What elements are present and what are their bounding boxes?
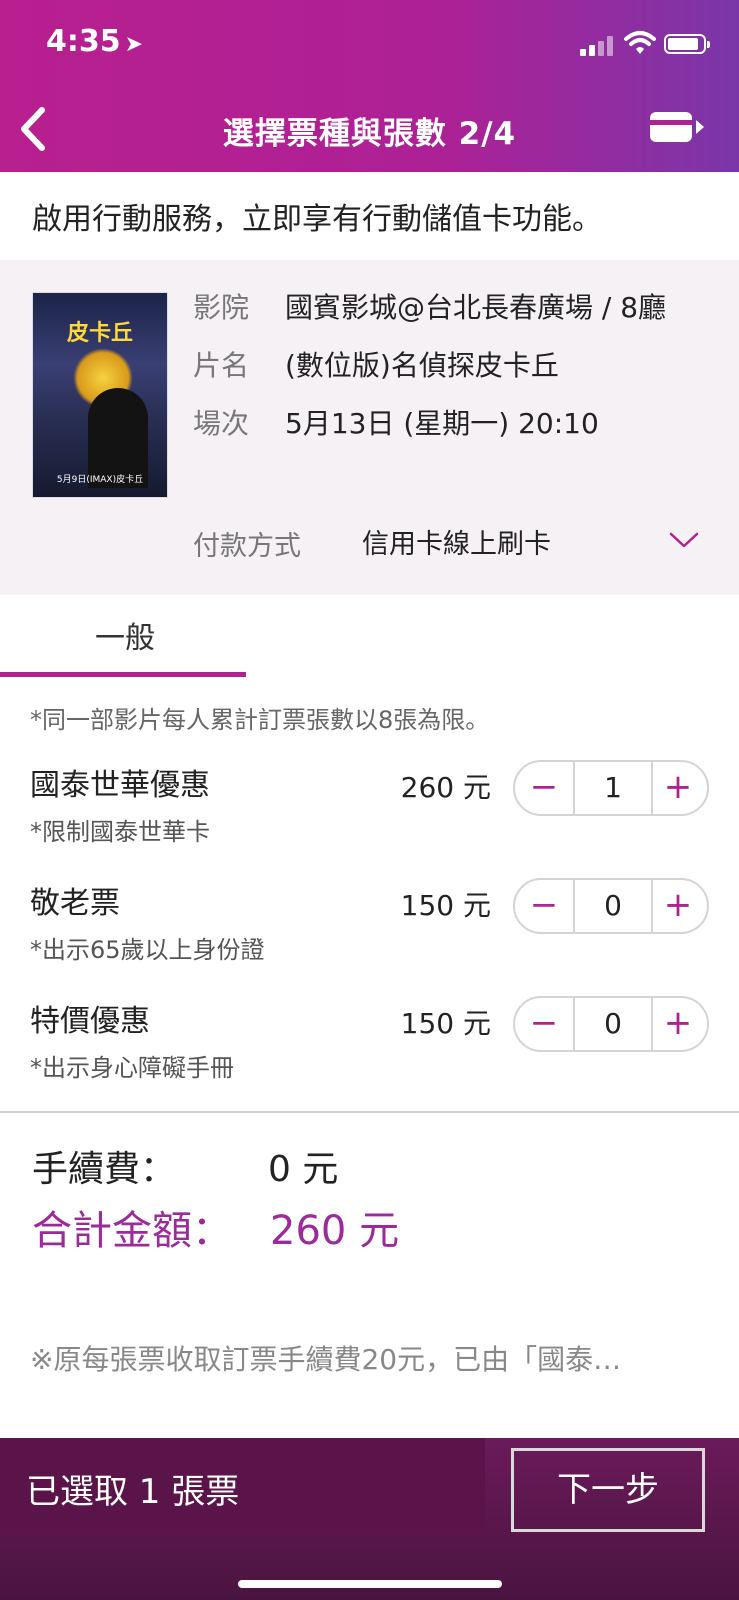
- total-amount: 260 元: [270, 1208, 400, 1254]
- ticket-price: 260 元: [400, 771, 491, 804]
- ticket-name: 敬老票: [30, 886, 120, 921]
- quantity-value[interactable]: 1: [573, 762, 653, 814]
- quantity-stepper: − 1 +: [513, 760, 709, 816]
- cinema-label: 影院: [193, 291, 250, 324]
- session-value: 5月13日 (星期一) 20:10: [285, 407, 599, 440]
- page-title: 選擇票種與張數 2/4: [222, 116, 517, 152]
- cinema-row: 影院 國賓影城@台北長春廣場 / 8廳: [193, 286, 666, 326]
- quantity-stepper: − 0 +: [513, 878, 709, 934]
- quantity-value[interactable]: 0: [573, 998, 653, 1050]
- ticket-name: 特價優惠: [30, 1004, 150, 1039]
- status-time: 4:35 ➤: [46, 24, 143, 59]
- poster-title: 皮卡丘: [66, 321, 133, 346]
- increment-button[interactable]: +: [649, 998, 707, 1050]
- selected-count-box: 已選取 1 張票: [0, 1438, 485, 1534]
- tab-general-label: 一般: [95, 621, 155, 656]
- wifi-icon: [624, 31, 656, 54]
- fee-label: 手續費：: [32, 1149, 177, 1190]
- ticket-row-senior: 敬老票 *出示65歲以上身份證 150 元 − 0 +: [0, 878, 739, 988]
- decrement-button[interactable]: −: [515, 880, 573, 932]
- ticket-limit-note: *同一部影片每人累計訂票張數以8張為限。: [30, 706, 490, 734]
- home-indicator[interactable]: [238, 1580, 502, 1588]
- payment-label: 付款方式: [193, 531, 301, 562]
- tab-active-underline: [0, 672, 246, 677]
- mobile-service-notice[interactable]: 啟用行動服務，立即享有行動儲值卡功能。: [0, 172, 739, 260]
- ticket-row-special: 特價優惠 *出示身心障礙手冊 150 元 − 0 +: [0, 996, 739, 1106]
- battery-icon: [664, 34, 710, 54]
- total-label: 合計金額：: [32, 1208, 232, 1254]
- fee-amount: 0 元: [268, 1149, 339, 1190]
- bottom-action-bar: 已選取 1 張票 下一步: [0, 1438, 739, 1600]
- ticket-note: *限制國泰世華卡: [30, 818, 210, 846]
- app-header: 4:35 ➤ 選擇票種與張數 2/4: [0, 0, 739, 172]
- ticket-note: *出示65歲以上身份證: [30, 936, 265, 964]
- title-value: (數位版)名偵探皮卡丘: [285, 349, 559, 382]
- ticket-price: 150 元: [400, 1007, 491, 1040]
- cinema-value: 國賓影城@台北長春廣場 / 8廳: [285, 291, 667, 324]
- tab-general[interactable]: 一般: [0, 595, 246, 677]
- payment-select[interactable]: 信用卡線上刷卡: [362, 522, 551, 561]
- poster-date: 5月9日(IMAX)皮卡丘: [56, 475, 144, 485]
- selected-count-text: 已選取 1 張票: [26, 1472, 240, 1512]
- movie-poster: 皮卡丘 5月9日(IMAX)皮卡丘: [32, 292, 168, 498]
- ticket-row-cathay: 國泰世華優惠 *限制國泰世華卡 260 元 − 1 +: [0, 760, 739, 870]
- section-divider: [0, 1111, 739, 1113]
- chevron-down-icon[interactable]: [668, 530, 700, 550]
- decrement-button[interactable]: −: [515, 762, 573, 814]
- next-step-button[interactable]: 下一步: [511, 1448, 705, 1532]
- notice-text: 啟用行動服務，立即享有行動儲值卡功能。: [32, 202, 602, 237]
- location-arrow-icon: ➤: [124, 32, 144, 57]
- quantity-stepper: − 0 +: [513, 996, 709, 1052]
- cellular-signal-icon: [580, 34, 616, 56]
- total-row: 合計金額： 260 元: [32, 1198, 399, 1256]
- title-label: 片名: [193, 349, 250, 382]
- ticket-name: 國泰世華優惠: [30, 768, 210, 803]
- card-forward-icon[interactable]: [648, 108, 706, 146]
- title-row: 片名 (數位版)名偵探皮卡丘: [193, 344, 559, 384]
- session-row: 場次 5月13日 (星期一) 20:10: [193, 402, 599, 442]
- ticket-price: 150 元: [400, 889, 491, 922]
- increment-button[interactable]: +: [649, 880, 707, 932]
- increment-button[interactable]: +: [649, 762, 707, 814]
- fee-row: 手續費： 0 元: [32, 1140, 338, 1192]
- ticket-note: *出示身心障礙手冊: [30, 1054, 234, 1082]
- quantity-value[interactable]: 0: [573, 880, 653, 932]
- decrement-button[interactable]: −: [515, 998, 573, 1050]
- fee-footnote: ※原每張票收取訂票手續費20元，已由「國泰…: [30, 1343, 622, 1376]
- movie-info-panel: 皮卡丘 5月9日(IMAX)皮卡丘 影院 國賓影城@台北長春廣場 / 8廳 片名 (…: [0, 260, 739, 595]
- time-text: 4:35: [46, 24, 121, 59]
- session-label: 場次: [193, 407, 250, 440]
